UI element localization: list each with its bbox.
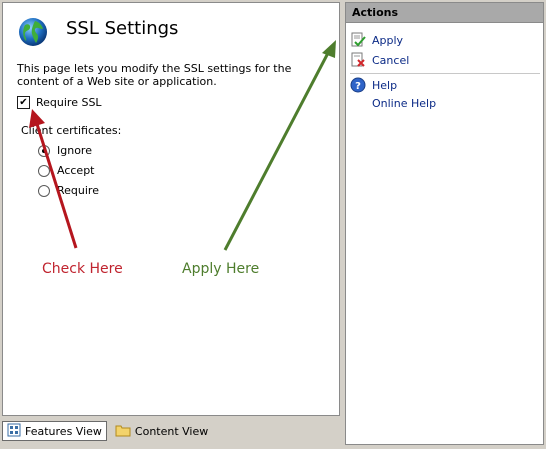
cancel-action[interactable]: Cancel: [350, 52, 409, 68]
radio-button-ignore[interactable]: [38, 144, 50, 157]
check-here-annotation: Check Here: [42, 261, 123, 277]
online-help-action[interactable]: Online Help: [372, 97, 436, 110]
help-action[interactable]: ? Help: [350, 77, 397, 93]
radio-label-ignore: Ignore: [57, 144, 92, 157]
actions-header: Actions: [346, 3, 543, 23]
apply-action[interactable]: Apply: [350, 32, 403, 48]
radio-button-require[interactable]: [38, 184, 50, 197]
svg-text:?: ?: [355, 81, 361, 92]
apply-label: Apply: [372, 33, 404, 47]
content-view-icon: [115, 423, 131, 440]
content-view-label: Content View: [134, 424, 209, 438]
features-view-label: Features View: [25, 424, 102, 438]
radio-button-accept[interactable]: [38, 164, 50, 177]
radio-label-require: Require: [57, 184, 99, 197]
client-certificates-label: Client certificates:: [21, 124, 122, 137]
view-switcher: Features View Content View: [2, 420, 342, 442]
require-ssl-label: Require SSL: [36, 96, 102, 109]
features-pane: SSL Settings This page lets you modify t…: [2, 2, 340, 416]
actions-pane: Actions Apply Cancel ? Help Online Help: [345, 2, 544, 445]
actions-divider: [350, 73, 540, 74]
radio-label-accept: Accept: [57, 164, 95, 177]
online-help-label: Online Help: [372, 97, 437, 110]
apply-icon: [350, 32, 366, 48]
globe-icon: [17, 16, 49, 48]
radio-require[interactable]: Require: [38, 184, 99, 197]
require-ssl-checkbox[interactable]: ✔: [17, 96, 30, 109]
radio-ignore[interactable]: Ignore: [38, 144, 92, 157]
require-ssl-row[interactable]: ✔ Require SSL: [17, 96, 102, 109]
help-icon: ?: [350, 77, 366, 93]
page-title: SSL Settings: [66, 18, 179, 39]
radio-accept[interactable]: Accept: [38, 164, 95, 177]
features-view-icon: [7, 423, 21, 440]
help-label: Help: [372, 78, 398, 92]
page-description: This page lets you modify the SSL settin…: [17, 62, 292, 88]
apply-here-annotation: Apply Here: [182, 261, 260, 277]
content-view-button[interactable]: Content View: [111, 421, 212, 441]
cancel-label: Cancel: [372, 53, 410, 67]
cancel-icon: [350, 52, 366, 68]
features-view-button[interactable]: Features View: [2, 421, 107, 441]
